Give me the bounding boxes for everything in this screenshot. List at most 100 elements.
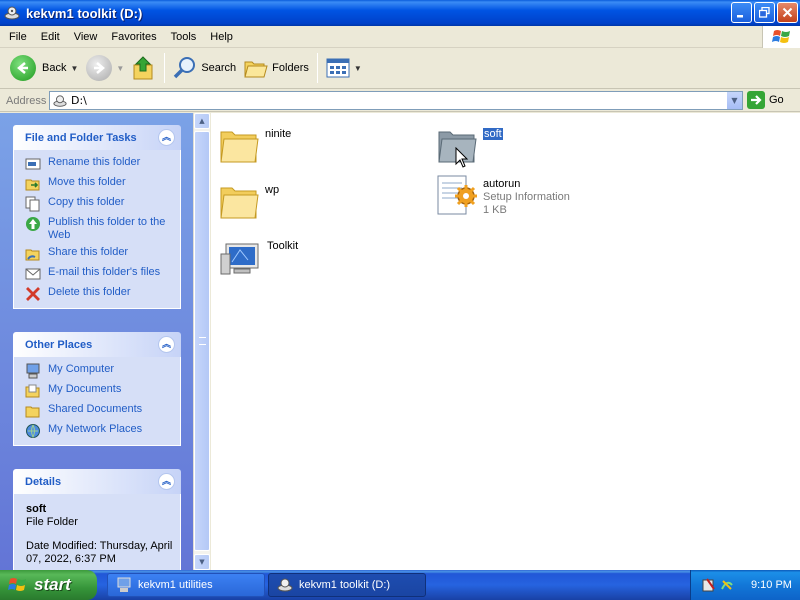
address-label: Address <box>6 94 47 107</box>
menu-edit[interactable]: Edit <box>34 31 67 43</box>
folders-icon <box>244 61 268 78</box>
my-documents-icon <box>25 384 40 398</box>
rename-folder-link[interactable]: Rename this folder <box>25 156 176 172</box>
share-icon <box>25 249 40 261</box>
folder-icon <box>220 187 259 219</box>
back-label: Back <box>42 62 67 74</box>
file-size: 1 KB <box>483 204 507 216</box>
scroll-thumb[interactable] <box>194 131 210 551</box>
email-files-link[interactable]: E-mail this folder's files <box>25 266 176 282</box>
drive-icon <box>277 578 293 592</box>
collapse-icon[interactable]: ︽ <box>158 129 175 146</box>
tray-network-icon[interactable] <box>719 577 735 593</box>
my-computer-link[interactable]: My Computer <box>25 363 176 379</box>
file-item-toolkit[interactable]: Toolkit <box>220 234 298 282</box>
publish-web-icon <box>26 217 40 231</box>
window-title: kekvm1 toolkit (D:) <box>26 5 143 21</box>
menu-favorites[interactable]: Favorites <box>104 31 163 43</box>
back-button[interactable]: Back ▼ <box>6 51 82 85</box>
menu-file[interactable]: File <box>2 31 34 43</box>
file-item-autorun[interactable]: autorun Setup Information 1 KB <box>436 172 570 220</box>
clock[interactable]: 9:10 PM <box>751 579 792 591</box>
address-value: D:\ <box>71 94 87 107</box>
my-computer-icon <box>26 363 40 379</box>
scroll-down-icon[interactable]: ▼ <box>194 554 210 570</box>
delete-icon <box>26 287 40 301</box>
forward-button[interactable]: ▼ <box>82 51 128 85</box>
search-icon <box>174 57 196 79</box>
move-folder-link[interactable]: Move this folder <box>25 176 176 192</box>
details-panel: Details ︽ soft File Folder Date Modified… <box>13 469 181 570</box>
toolbar-separator <box>316 53 318 83</box>
folders-button[interactable]: Folders <box>240 51 313 85</box>
maximize-button[interactable] <box>754 2 775 23</box>
menu-tools[interactable]: Tools <box>164 31 204 43</box>
shared-documents-link[interactable]: Shared Documents <box>25 403 176 419</box>
taskbar-button-toolkit[interactable]: kekvm1 toolkit (D:) <box>268 573 426 597</box>
restore-icon <box>759 7 770 18</box>
close-button[interactable] <box>777 2 798 23</box>
search-label: Search <box>201 62 237 74</box>
title-bar[interactable]: kekvm1 toolkit (D:) <box>0 0 800 26</box>
toolbar: Back ▼ ▼ Search Folders ▼ <box>0 48 800 89</box>
share-folder-link[interactable]: Share this folder <box>25 246 176 262</box>
move-icon <box>25 179 40 191</box>
details-header[interactable]: Details ︽ <box>13 469 181 494</box>
views-button[interactable]: ▼ <box>322 51 366 85</box>
panel-title: Other Places <box>25 338 93 351</box>
menu-help[interactable]: Help <box>203 31 240 43</box>
panel-title: File and Folder Tasks <box>25 131 137 144</box>
file-folder-tasks-panel: File and Folder Tasks ︽ Rename this fold… <box>13 125 181 309</box>
up-folder-button[interactable] <box>128 51 160 85</box>
folders-label: Folders <box>272 62 309 74</box>
go-arrow-icon <box>747 91 765 109</box>
file-name: Toolkit <box>267 240 299 252</box>
other-places-header[interactable]: Other Places ︽ <box>13 332 181 357</box>
toolbar-separator <box>164 53 166 83</box>
file-folder-tasks-header[interactable]: File and Folder Tasks ︽ <box>13 125 181 150</box>
details-modified: Date Modified: Thursday, April 07, 2022,… <box>26 540 173 565</box>
minimize-button[interactable] <box>731 2 752 23</box>
delete-folder-link[interactable]: Delete this folder <box>25 286 176 302</box>
details-name: soft <box>26 503 47 515</box>
menu-view[interactable]: View <box>67 31 105 43</box>
forward-arrow-icon <box>86 55 113 81</box>
file-item-soft[interactable]: soft <box>436 122 503 170</box>
copy-folder-link[interactable]: Copy this folder <box>25 196 176 212</box>
network-places-link[interactable]: My Network Places <box>25 423 176 439</box>
views-dropdown-icon[interactable]: ▼ <box>354 64 362 73</box>
details-type: File Folder <box>26 516 78 528</box>
drive-icon <box>4 6 20 20</box>
start-button[interactable]: start <box>0 570 97 600</box>
back-dropdown-icon[interactable]: ▼ <box>70 64 78 73</box>
folder-icon <box>220 131 259 163</box>
minimize-icon <box>737 15 743 18</box>
publish-web-link[interactable]: Publish this folder to the Web <box>25 216 176 242</box>
task-pane-scrollbar[interactable]: ▲ ▼ <box>193 113 210 570</box>
views-icon <box>326 58 350 78</box>
start-label: start <box>34 575 71 594</box>
scroll-up-icon[interactable]: ▲ <box>194 113 210 129</box>
drive-icon <box>53 94 67 107</box>
collapse-icon[interactable]: ︽ <box>158 473 175 490</box>
file-type: Setup Information <box>483 191 570 203</box>
my-documents-link[interactable]: My Documents <box>25 383 176 399</box>
address-bar: Address D:\ ▼ Go <box>0 90 800 112</box>
file-view[interactable]: ninite soft wp autorun Setup Information… <box>211 113 800 570</box>
close-icon <box>782 7 793 18</box>
taskbar-button-utilities[interactable]: kekvm1 utilities <box>107 573 265 597</box>
mouse-cursor-icon <box>455 147 469 168</box>
email-icon <box>25 268 41 280</box>
forward-dropdown-icon[interactable]: ▼ <box>116 64 124 73</box>
go-button[interactable]: Go <box>747 91 784 109</box>
setup-information-icon <box>437 175 477 215</box>
collapse-icon[interactable]: ︽ <box>158 336 175 353</box>
other-places-panel: Other Places ︽ My Computer My Documents … <box>13 332 181 446</box>
file-item-wp[interactable]: wp <box>218 178 279 226</box>
search-button[interactable]: Search <box>169 51 240 85</box>
tray-tools-icon[interactable] <box>701 577 717 593</box>
address-field[interactable]: D:\ ▼ <box>49 91 743 110</box>
panel-title: Details <box>25 475 62 488</box>
address-dropdown-icon[interactable]: ▼ <box>726 92 742 109</box>
file-item-ninite[interactable]: ninite <box>218 122 291 170</box>
